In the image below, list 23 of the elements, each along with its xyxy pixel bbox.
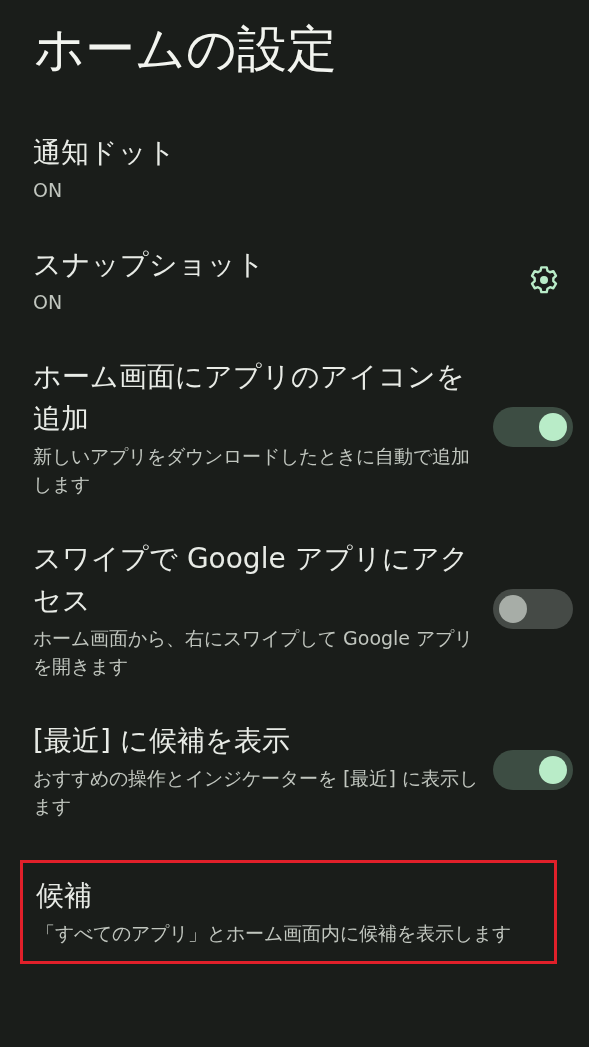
setting-title: スナップショット <box>33 247 266 283</box>
page-title: ホームの設定 <box>34 19 338 80</box>
setting-summary: 新しいアプリをダウンロードしたときに自動で追加します <box>33 444 471 497</box>
setting-title: 候補 <box>36 878 93 914</box>
setting-title: 通知ドット <box>33 135 177 171</box>
highlighted-setting-item[interactable]: 候補 「すべてのアプリ」とホーム画面内に候補を表示します <box>20 860 557 964</box>
setting-title: [最近] に候補を表示 <box>33 723 291 759</box>
setting-summary: ON <box>33 178 64 203</box>
toggle-switch[interactable] <box>493 589 573 629</box>
setting-item[interactable]: スワイプで Google アプリにアクセス ホーム画面から、右にスワイプして Google アプリを開きます <box>0 538 589 680</box>
setting-summary: 「すべてのアプリ」とホーム画面内に候補を表示します <box>36 921 511 946</box>
setting-summary: ホーム画面から、右にスワイプして Google アプリを開きます <box>33 626 475 679</box>
setting-summary: おすすめの操作とインジケーターを [最近] に表示します <box>33 766 478 819</box>
setting-summary: ON <box>33 290 64 315</box>
setting-item[interactable]: [最近] に候補を表示 おすすめの操作とインジケーターを [最近] に表示します <box>0 720 589 820</box>
setting-item[interactable]: 通知ドット ON <box>0 132 589 204</box>
toggle-switch[interactable] <box>493 750 573 790</box>
setting-item[interactable]: スナップショット ON <box>0 244 589 316</box>
setting-item[interactable]: ホーム画面にアプリのアイコンを追加 新しいアプリをダウンロードしたときに自動で追加します <box>0 356 589 498</box>
toggle-switch[interactable] <box>493 407 573 447</box>
setting-title: ホーム画面にアプリのアイコンを追加 <box>33 359 466 437</box>
setting-title: スワイプで Google アプリにアクセス <box>33 541 470 619</box>
settings-icon[interactable] <box>528 264 560 296</box>
